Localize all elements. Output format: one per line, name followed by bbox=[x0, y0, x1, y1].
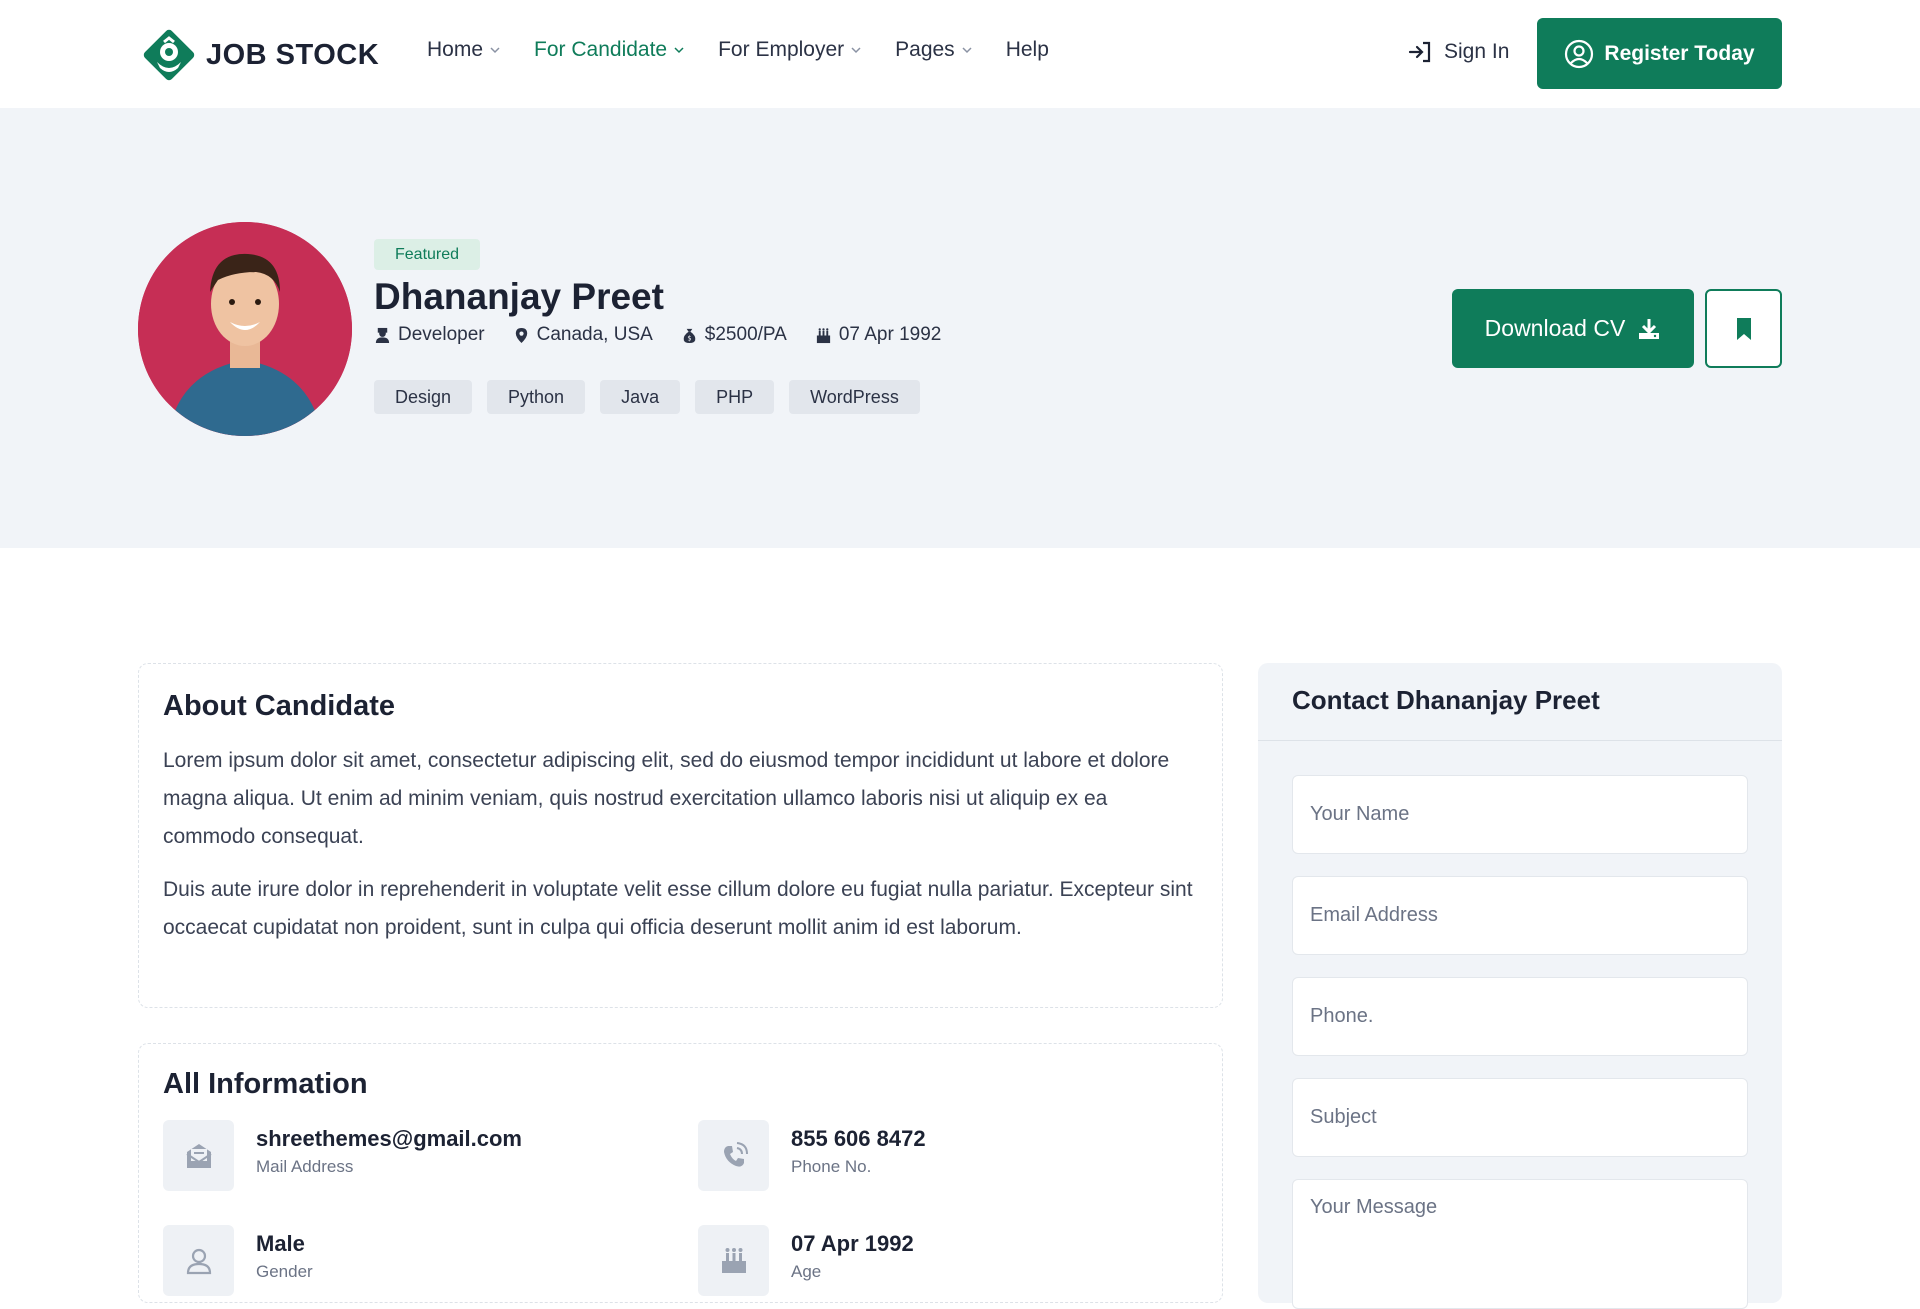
candidate-photo bbox=[138, 222, 352, 436]
info-item-email: shreethemes@gmail.com Mail Address bbox=[163, 1120, 522, 1191]
contact-title: Contact Dhananjay Preet bbox=[1292, 685, 1600, 715]
message-textarea[interactable] bbox=[1292, 1179, 1748, 1309]
chevron-down-icon bbox=[851, 47, 861, 54]
meta-role: Developer bbox=[374, 324, 485, 346]
contact-form-card: Contact Dhananjay Preet bbox=[1258, 663, 1782, 1309]
nav-item-for-candidate[interactable]: For Candidate bbox=[534, 38, 685, 62]
info-item-phone: 855 606 8472 Phone No. bbox=[698, 1120, 926, 1191]
candidate-meta: Developer Canada, USA $ $2500/PA 07 Apr … bbox=[374, 324, 941, 346]
user-circle-icon bbox=[1565, 39, 1594, 68]
info-label: Mail Address bbox=[256, 1157, 354, 1176]
meta-salary: $ $2500/PA bbox=[681, 324, 787, 346]
info-item-gender: Male Gender bbox=[163, 1225, 313, 1296]
phone-icon bbox=[723, 1141, 748, 1167]
skill-tag[interactable]: Python bbox=[487, 380, 586, 414]
cake-icon bbox=[721, 1247, 746, 1273]
candidate-avatar bbox=[138, 222, 352, 436]
download-cv-button[interactable]: Download CV bbox=[1452, 289, 1694, 368]
svg-text:$: $ bbox=[687, 334, 691, 342]
nav-item-pages[interactable]: Pages bbox=[895, 38, 973, 62]
info-item-age: 07 Apr 1992 Age bbox=[698, 1225, 914, 1296]
user-tie-icon bbox=[375, 327, 390, 343]
about-title: About Candidate bbox=[163, 690, 395, 722]
register-button[interactable]: Register Today bbox=[1537, 18, 1782, 89]
info-label: Gender bbox=[256, 1262, 313, 1281]
nav-item-label: Help bbox=[1005, 38, 1049, 61]
brand-name: JOB STOCK bbox=[206, 38, 380, 71]
meta-salary-text: $2500/PA bbox=[704, 324, 787, 345]
info-value: 07 Apr 1992 bbox=[791, 1231, 914, 1256]
meta-dob-text: 07 Apr 1992 bbox=[838, 324, 942, 345]
about-card: About Candidate Lorem ipsum dolor sit am… bbox=[138, 663, 1223, 1008]
brand-logo[interactable]: JOB STOCK bbox=[138, 24, 379, 86]
nav-item-label: Pages bbox=[895, 38, 955, 61]
map-pin-icon bbox=[515, 327, 527, 343]
nav-item-label: For Candidate bbox=[534, 38, 668, 61]
featured-badge: Featured bbox=[374, 239, 481, 270]
nav-item-home[interactable]: Home bbox=[427, 38, 501, 62]
email-input[interactable] bbox=[1292, 876, 1748, 955]
download-cv-label: Download CV bbox=[1484, 315, 1626, 341]
all-info-card: All Information shreethemes@gmail.com Ma… bbox=[138, 1043, 1223, 1303]
nav-item-label: For Employer bbox=[718, 38, 845, 61]
chevron-down-icon bbox=[962, 47, 972, 54]
sign-in-link[interactable]: Sign In bbox=[1408, 40, 1509, 64]
bookmark-icon bbox=[1736, 317, 1751, 340]
register-label: Register Today bbox=[1604, 41, 1755, 65]
meta-role-text: Developer bbox=[398, 324, 485, 345]
about-paragraph: Lorem ipsum dolor sit amet, consectetur … bbox=[163, 749, 1170, 848]
money-bag-icon: $ bbox=[683, 328, 696, 343]
skill-tag[interactable]: Java bbox=[600, 380, 681, 414]
chevron-down-icon bbox=[674, 47, 684, 54]
cake-icon bbox=[816, 327, 830, 343]
sign-in-label: Sign In bbox=[1444, 40, 1510, 63]
info-icon-box bbox=[163, 1225, 234, 1296]
skill-tag[interactable]: WordPress bbox=[789, 380, 920, 414]
skill-tag[interactable]: PHP bbox=[695, 380, 775, 414]
nav-item-for-employer[interactable]: For Employer bbox=[718, 38, 862, 62]
meta-location-text: Canada, USA bbox=[536, 324, 653, 345]
candidate-name: Dhananjay Preet bbox=[374, 276, 664, 317]
info-icon-box bbox=[698, 1225, 769, 1296]
main-nav: Home For Candidate For Employer Pages He… bbox=[427, 38, 1049, 62]
sign-in-icon bbox=[1408, 41, 1431, 63]
bookmark-button[interactable] bbox=[1705, 289, 1782, 368]
info-label: Phone No. bbox=[791, 1157, 872, 1176]
info-icon-box bbox=[163, 1120, 234, 1191]
meta-dob: 07 Apr 1992 bbox=[815, 324, 941, 346]
about-paragraph: Duis aute irure dolor in reprehenderit i… bbox=[163, 878, 1193, 939]
name-input[interactable] bbox=[1292, 775, 1748, 854]
chevron-down-icon bbox=[490, 47, 500, 54]
navbar: JOB STOCK Home For Candidate For Employe… bbox=[0, 0, 1920, 108]
logo-mark-icon bbox=[143, 29, 195, 81]
skill-tags: Design Python Java PHP WordPress bbox=[374, 380, 920, 414]
mail-icon bbox=[185, 1143, 212, 1168]
info-value: shreethemes@gmail.com bbox=[256, 1126, 522, 1151]
user-icon bbox=[186, 1248, 211, 1274]
skill-tag[interactable]: Design bbox=[374, 380, 473, 414]
nav-item-help[interactable]: Help bbox=[1006, 38, 1049, 62]
nav-item-label: Home bbox=[427, 38, 484, 61]
info-value: Male bbox=[256, 1231, 305, 1256]
info-label: Age bbox=[791, 1262, 822, 1281]
all-info-title: All Information bbox=[163, 1068, 368, 1100]
meta-location: Canada, USA bbox=[513, 324, 653, 346]
download-icon bbox=[1639, 318, 1660, 339]
divider bbox=[1258, 740, 1782, 741]
phone-input[interactable] bbox=[1292, 977, 1748, 1056]
subject-input[interactable] bbox=[1292, 1078, 1748, 1157]
info-value: 855 606 8472 bbox=[791, 1126, 926, 1151]
info-icon-box bbox=[698, 1120, 769, 1191]
